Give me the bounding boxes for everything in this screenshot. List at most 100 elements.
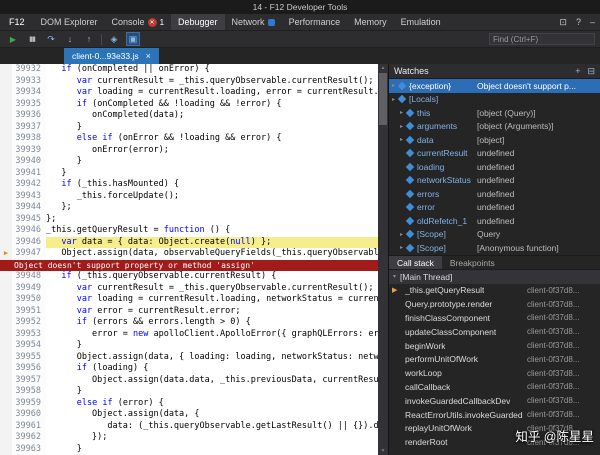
breakpoint-gutter[interactable]	[0, 363, 12, 375]
event-breakpoints-icon[interactable]: ▣	[126, 32, 140, 46]
watch-row[interactable]: error undefined	[389, 201, 600, 215]
callstack-frame[interactable]: invokeGuardedCallbackDev client-0f37d8...	[389, 394, 600, 408]
breakpoint-gutter[interactable]	[0, 87, 12, 99]
callstack-frame[interactable]: updateClassComponent client-0f37d8...	[389, 325, 600, 339]
watch-row[interactable]: ▸ [Locals]	[389, 93, 600, 107]
code-line[interactable]: 39940 }	[0, 156, 378, 168]
watch-row[interactable]: oldRefetch_1 undefined	[389, 214, 600, 228]
code-line[interactable]: 39942 if (_this.hasMounted) {	[0, 179, 378, 191]
breakpoint-gutter[interactable]	[0, 271, 12, 283]
document-tab[interactable]: client-0...93e33.js ×	[64, 48, 159, 64]
break-button[interactable]: ▮▮	[25, 32, 39, 46]
watch-row[interactable]: ▸ data [object]	[389, 133, 600, 147]
code-line[interactable]: 39963 }	[0, 443, 378, 455]
editor-scrollbar[interactable]: ▲ ▼	[378, 64, 388, 455]
watch-row[interactable]: ▸ {exception} Object doesn't support p...	[389, 79, 600, 93]
tab-breakpoints[interactable]: Breakpoints	[442, 256, 503, 269]
scrollbar-thumb[interactable]	[379, 73, 387, 125]
code-line[interactable]: 39956 if (loading) {	[0, 363, 378, 375]
code-line[interactable]: 39935 if (onCompleted && !loading && !er…	[0, 98, 378, 110]
menu-tab-debugger[interactable]: Debugger	[171, 14, 225, 30]
breakpoint-gutter[interactable]	[0, 179, 12, 191]
add-watch-icon[interactable]: +	[575, 66, 580, 77]
callstack-frame[interactable]: renderRoot client-0f37d8...	[389, 435, 600, 449]
breakpoint-gutter[interactable]	[0, 397, 12, 409]
code-line[interactable]: ▶ 39947 Object.assign(data, observableQue…	[0, 248, 378, 260]
current-statement-arrow-icon[interactable]: ▶	[0, 248, 12, 260]
thread-expander-icon[interactable]: ▾	[393, 273, 396, 280]
code-line[interactable]: 39962 });	[0, 432, 378, 444]
help-icon[interactable]: ?	[576, 17, 581, 27]
code-line[interactable]: 39938 else if (onError && !loading && er…	[0, 133, 378, 145]
breakpoint-gutter[interactable]	[0, 328, 12, 340]
breakpoint-gutter[interactable]	[0, 225, 12, 237]
code-line[interactable]: 39936 onCompleted(data);	[0, 110, 378, 122]
callstack-frame[interactable]: ▶ _this.getQueryResult client-0f37d8...	[389, 284, 600, 298]
breakpoint-gutter[interactable]	[0, 190, 12, 202]
menu-tab-memory[interactable]: Memory	[347, 14, 394, 30]
watch-row[interactable]: errors undefined	[389, 187, 600, 201]
main-thread-row[interactable]: ▾ [Main Thread]	[389, 270, 600, 284]
code-line[interactable]: 39953 error = new apolloClient.ApolloErr…	[0, 328, 378, 340]
breakpoint-gutter[interactable]	[0, 98, 12, 110]
code-line[interactable]: 39932 if (onCompleted || onError) {	[0, 64, 378, 76]
tab-call-stack[interactable]: Call stack	[389, 256, 442, 269]
menu-tab-performance[interactable]: Performance	[282, 14, 348, 30]
code-line[interactable]: 39957 Object.assign(data.data, _this.pre…	[0, 374, 378, 386]
code-line[interactable]: 39945};	[0, 213, 378, 225]
breakpoint-gutter[interactable]	[0, 282, 12, 294]
menu-tab-emulation[interactable]: Emulation	[394, 14, 448, 30]
callstack-frame[interactable]: Query.prototype.render client-0f37d8...	[389, 297, 600, 311]
callstack-frame[interactable]: callCallback client-0f37d8...	[389, 380, 600, 394]
code-line[interactable]: 39937 }	[0, 121, 378, 133]
callstack-frame[interactable]: replayUnitOfWork client-0f37d8...	[389, 421, 600, 435]
watch-row[interactable]: currentResult undefined	[389, 147, 600, 161]
collapse-all-icon[interactable]: ⊟	[587, 66, 595, 77]
breakpoint-gutter[interactable]	[0, 167, 12, 179]
step-into-button[interactable]: ↓	[63, 32, 77, 46]
callstack-frame[interactable]: finishClassComponent client-0f37d8...	[389, 311, 600, 325]
code-line[interactable]: 39958 }	[0, 386, 378, 398]
undock-icon[interactable]: ⊡	[559, 17, 567, 28]
code-line[interactable]: 39946 _this.getQueryResult = function () …	[0, 225, 378, 237]
breakpoint-gutter[interactable]	[0, 386, 12, 398]
code-line[interactable]: 39941 }	[0, 167, 378, 179]
step-out-button[interactable]: ↑	[82, 32, 96, 46]
code-line[interactable]: 39933 var currentResult = _this.queryObs…	[0, 75, 378, 87]
breakpoint-gutter[interactable]	[0, 432, 12, 444]
breakpoint-gutter[interactable]	[0, 340, 12, 352]
breakpoint-gutter[interactable]	[0, 305, 12, 317]
step-over-button[interactable]: ↷	[44, 32, 58, 46]
minimize-icon[interactable]: –	[590, 17, 595, 27]
callstack-frame[interactable]: ReactErrorUtils.invokeGuardedCallbackDev…	[389, 408, 600, 422]
breakpoint-gutter[interactable]	[0, 110, 12, 122]
breakpoint-gutter[interactable]	[0, 317, 12, 329]
code-line[interactable]: 39952 if (errors && errors.length > 0) {	[0, 317, 378, 329]
breakpoint-gutter[interactable]	[0, 236, 12, 248]
close-tab-icon[interactable]: ×	[146, 51, 151, 61]
breakpoint-gutter[interactable]	[0, 374, 12, 386]
scroll-down-icon[interactable]: ▼	[378, 447, 388, 455]
code-line[interactable]: 39951 var error = currentResult.error;	[0, 305, 378, 317]
code-line[interactable]: 39961 data: (_this.queryObservable.getLa…	[0, 420, 378, 432]
watch-row[interactable]: ▸ arguments [object (Arguments)]	[389, 120, 600, 134]
breakpoint-gutter[interactable]	[0, 409, 12, 421]
menu-tab-console[interactable]: Console ✕ 1	[105, 14, 171, 30]
breakpoint-gutter[interactable]	[0, 202, 12, 214]
breakpoint-gutter[interactable]	[0, 351, 12, 363]
code-line[interactable]: 39934 var loading = currentResult.loadin…	[0, 87, 378, 99]
code-line[interactable]: 39950 var loading = currentResult.loadin…	[0, 294, 378, 306]
expander-icon[interactable]: ▸	[397, 123, 406, 130]
menu-tab-dom-explorer[interactable]: DOM Explorer	[34, 14, 105, 30]
breakpoint-gutter[interactable]	[0, 213, 12, 225]
breakpoint-gutter[interactable]	[0, 144, 12, 156]
breakpoint-gutter[interactable]	[0, 156, 12, 168]
code-line[interactable]: 39943 _this.forceUpdate();	[0, 190, 378, 202]
watch-row[interactable]: ▸ [Scope] [Anonymous function]	[389, 241, 600, 255]
watch-row[interactable]: networkStatus undefined	[389, 174, 600, 188]
breakpoint-gutter[interactable]	[0, 420, 12, 432]
exception-settings-icon[interactable]: ◈	[107, 32, 121, 46]
scroll-up-icon[interactable]: ▲	[378, 64, 388, 72]
code-line[interactable]: 39946 var data = { data: Object.create(n…	[0, 236, 378, 248]
code-line[interactable]: 39939 onError(error);	[0, 144, 378, 156]
